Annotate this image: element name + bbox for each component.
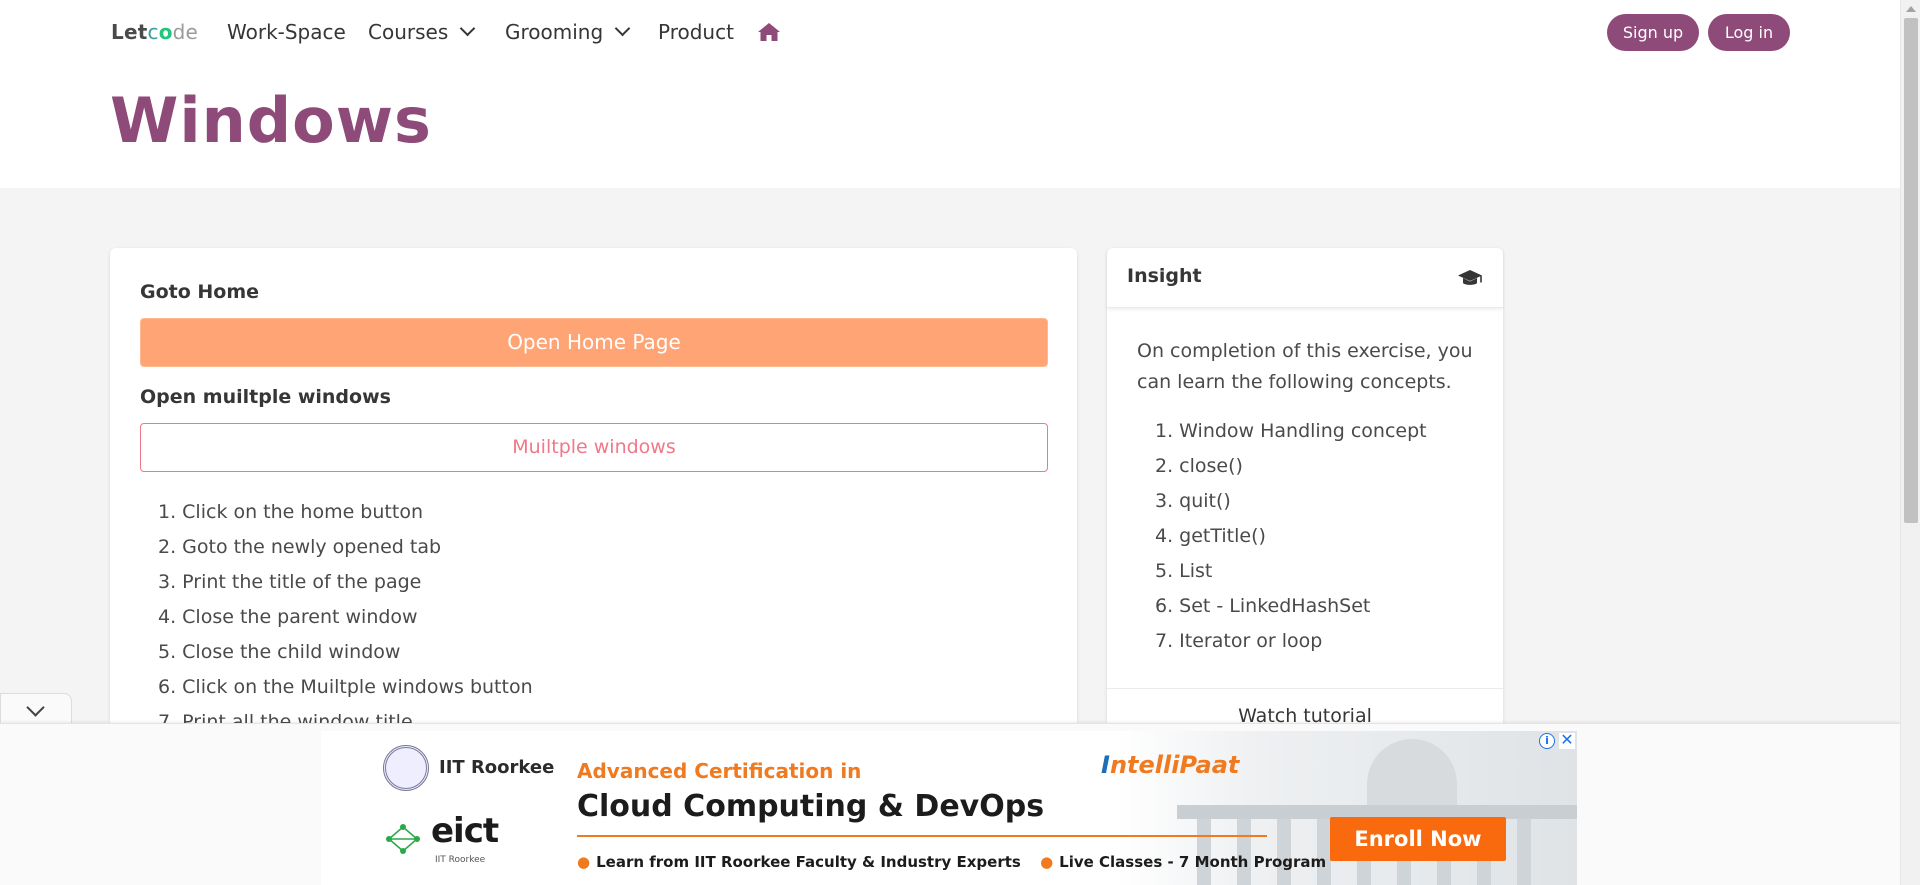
ad-banner[interactable]: IIT Roorkee eict IIT Roorkee Advanced Ce… (321, 731, 1577, 885)
ad-divider (577, 835, 1267, 837)
goto-home-label: Goto Home (140, 281, 260, 303)
building-column (1277, 819, 1291, 885)
open-home-page-button[interactable]: Open Home Page (140, 318, 1048, 367)
list-item: 2. Goto the newly opened tab (158, 536, 442, 558)
exercise-card: Goto Home Open Home Page Open muiltple w… (110, 248, 1077, 733)
eict-logo-icon (386, 824, 420, 854)
intellipaat-logo: IntelliPaat (1101, 751, 1239, 779)
page-title: Windows (110, 84, 432, 157)
list-item: 5. List (1155, 560, 1213, 582)
scroll-thumb[interactable] (1904, 18, 1918, 523)
brand-de: de (172, 20, 199, 44)
list-item: 7. Iterator or loop (1155, 630, 1323, 652)
building-column (1317, 819, 1331, 885)
ad-collapse-toggle[interactable] (0, 693, 72, 724)
ad-course-title: Cloud Computing & DevOps (577, 789, 1045, 824)
insight-card: Insight On completion of this exercise, … (1107, 248, 1503, 728)
list-item: 2. close() (1155, 455, 1243, 477)
ad-bullets: ● Learn from IIT Roorkee Faculty & Indust… (577, 853, 1326, 871)
chevron-down-icon (614, 20, 631, 37)
nav-item-label: Courses (368, 20, 449, 44)
ad-bullet: Live Classes - 7 Month Program (1059, 853, 1327, 871)
home-icon[interactable] (757, 22, 781, 42)
steps-list: 1. Click on the home button 2. Goto the … (158, 495, 533, 740)
vertical-scrollbar[interactable] (1900, 0, 1920, 885)
nav-item-courses[interactable]: Courses (368, 20, 476, 44)
bullet-dot-icon: ● (1040, 853, 1054, 871)
graduation-cap-icon (1458, 270, 1482, 285)
eict-subtext: IIT Roorkee (435, 855, 486, 865)
nav-item-grooming[interactable]: Grooming (505, 20, 631, 44)
open-multiple-windows-label: Open muiltple windows (140, 386, 391, 408)
nav-item-work-space[interactable]: Work-Space (227, 20, 346, 44)
ad-info-icon[interactable]: i (1539, 733, 1555, 749)
nav-item-product[interactable]: Product (658, 20, 734, 44)
insight-title: Insight (1127, 265, 1202, 287)
brand-logo[interactable]: Letcode (111, 20, 198, 44)
list-item: 1. Click on the home button (158, 501, 423, 523)
ad-headline: Advanced Certification in (577, 759, 862, 783)
sign-up-button[interactable]: Sign up (1607, 14, 1699, 51)
log-in-button[interactable]: Log in (1708, 14, 1790, 51)
building-dome (1367, 739, 1457, 809)
list-item: 4. getTitle() (1155, 525, 1266, 547)
building-column (1517, 819, 1531, 885)
chevron-down-icon (459, 20, 476, 37)
brand-c: c (147, 20, 159, 44)
building-column (1197, 819, 1211, 885)
nav-item-label: Grooming (505, 20, 604, 44)
brand-let: Let (111, 20, 148, 44)
list-item: 6. Set - LinkedHashSet (1155, 595, 1371, 617)
insight-header: Insight (1107, 248, 1503, 308)
scroll-up-arrow-icon[interactable] (1906, 6, 1916, 12)
brand-o: o (158, 20, 173, 44)
list-item: 4. Close the parent window (158, 606, 418, 628)
nav-item-label: Product (658, 20, 734, 44)
building-column (1237, 819, 1251, 885)
list-item: 6. Click on the Muiltple windows button (158, 676, 533, 698)
ad-bullet: Learn from IIT Roorkee Faculty & Industr… (596, 853, 1021, 871)
insight-description: On completion of this exercise, you can … (1137, 340, 1473, 393)
navbar: Letcode Work-Space Courses Grooming Prod… (0, 0, 1900, 64)
list-item: 1. Window Handling concept (1155, 420, 1427, 442)
list-item: 5. Close the child window (158, 641, 401, 663)
concepts-list: 1. Window Handling concept 2. close() 3.… (1155, 414, 1427, 659)
ad-close-icon[interactable]: ✕ (1559, 732, 1575, 749)
list-item: 3. Print the title of the page (158, 571, 422, 593)
nav-item-label: Work-Space (227, 20, 346, 44)
iit-roorkee-text: IIT Roorkee (439, 757, 555, 778)
enroll-now-button[interactable]: Enroll Now (1330, 817, 1506, 861)
intellipaat-i: I (1101, 751, 1110, 779)
iit-roorkee-logo (383, 745, 429, 791)
hero: Windows (0, 64, 1900, 188)
list-item: 3. quit() (1155, 490, 1231, 512)
multiple-windows-button[interactable]: Muiltple windows (140, 423, 1048, 472)
intellipaat-rest: ntelliPaat (1109, 751, 1240, 779)
bullet-dot-icon: ● (577, 853, 591, 871)
chevron-down-icon (26, 698, 45, 717)
eict-text: eict (431, 811, 499, 851)
